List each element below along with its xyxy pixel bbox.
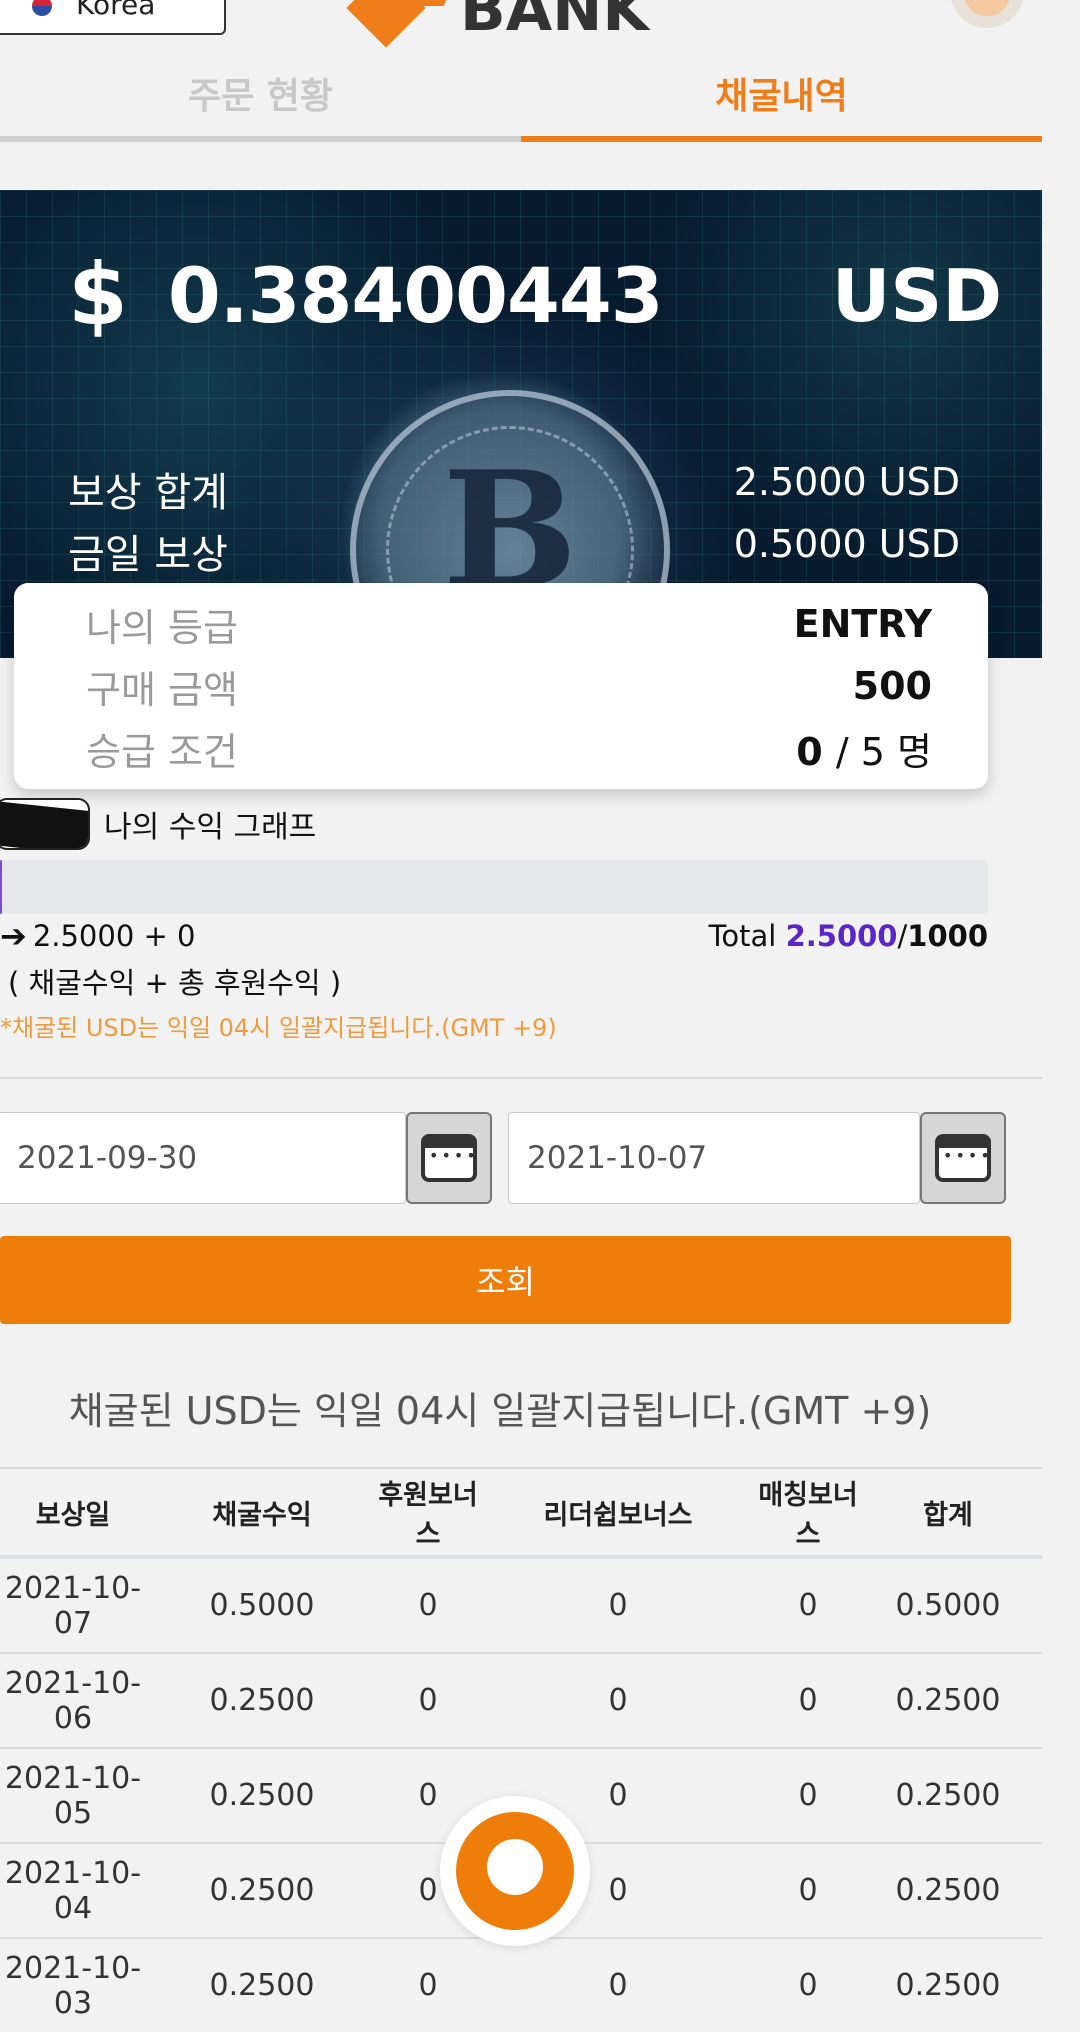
header-mining-income: 채굴수익 xyxy=(212,1499,312,1531)
calendar-icon xyxy=(935,1134,993,1182)
header-reward-date: 보상일 xyxy=(35,1499,111,1531)
graph-header: 나의 수익 그래프 xyxy=(0,798,316,850)
reward-total-row: 보상 합계 2.5000 USD xyxy=(68,460,960,518)
table-header: 보상일 채굴수익 후원보너스 리더쉽보너스 매칭보너스 합계 xyxy=(0,1467,1042,1559)
end-date-input[interactable]: 2021-10-07 xyxy=(508,1112,920,1204)
promotion-required: / 5 명 xyxy=(835,729,932,774)
total-display: Total 2.5000/1000 xyxy=(708,919,988,953)
header-total: 합계 xyxy=(923,1499,973,1531)
graph-title: 나의 수익 그래프 xyxy=(104,810,317,845)
logo-text: BANK xyxy=(460,0,649,45)
balance-currency: USD xyxy=(831,254,1002,338)
language-select[interactable]: Korea xyxy=(0,0,226,35)
payout-notice: 채굴된 USD는 익일 04시 일괄지급됩니다.(GMT +9) xyxy=(68,1389,932,1433)
earnings-summary: ➔ 2.5000 + 0 Total 2.5000/1000 xyxy=(0,914,988,958)
cell-matching-bonus: 0 xyxy=(798,1588,818,1623)
cell-reward-date: 2021-10-06 xyxy=(4,1665,142,1736)
cell-sponsor-bonus: 0 xyxy=(418,1778,438,1813)
cell-sponsor-bonus: 0 xyxy=(418,1588,438,1623)
total-max: 1000 xyxy=(907,919,988,953)
promotion-value: 0 / 5 명 xyxy=(796,721,932,776)
header-matching-bonus: 매칭보너스 xyxy=(758,1480,858,1550)
floating-action-button[interactable] xyxy=(440,1796,590,1946)
cell-mining-income: 0.2500 xyxy=(209,1683,315,1718)
purchase-amount-label: 구매 금액 xyxy=(86,667,238,712)
cell-leadership-bonus: 0 xyxy=(608,1968,628,2003)
cell-matching-bonus: 0 xyxy=(798,1778,818,1813)
start-date-calendar-button[interactable] xyxy=(406,1112,492,1204)
formula: ➔ 2.5000 + 0 xyxy=(0,917,195,955)
cell-total: 0.2500 xyxy=(895,1683,1001,1718)
cell-total: 0.2500 xyxy=(895,1968,1001,2003)
chat-icon xyxy=(487,1839,543,1895)
cell-mining-income: 0.2500 xyxy=(209,1873,315,1908)
cell-mining-income: 0.2500 xyxy=(209,1968,315,2003)
purchase-amount-row: 구매 금액 500 xyxy=(86,655,932,717)
purchase-amount-value: 500 xyxy=(852,664,932,708)
table-row: 2021-10-07 0.5000 0 0 0 0.5000 xyxy=(0,1559,1042,1654)
grade-card: 나의 등급 ENTRY 구매 금액 500 승급 조건 0 / 5 명 xyxy=(14,583,988,789)
language-label: Korea xyxy=(76,0,156,21)
cell-total: 0.2500 xyxy=(895,1873,1001,1908)
promotion-label: 승급 조건 xyxy=(86,729,238,774)
reward-total-label: 보상 합계 xyxy=(68,470,228,516)
grade-label: 나의 등급 xyxy=(86,605,238,650)
cell-reward-date: 2021-10-03 xyxy=(4,1950,142,2021)
logo-mark-icon xyxy=(350,0,460,50)
reward-today-value: 0.5000 USD xyxy=(733,522,960,566)
cell-sponsor-bonus: 0 xyxy=(418,1968,438,2003)
promotion-current: 0 xyxy=(796,729,823,774)
logo[interactable]: BANK xyxy=(350,0,649,50)
table-row: 2021-10-06 0.2500 0 0 0 0.2500 xyxy=(0,1654,1042,1749)
page: Korea BANK 주문 현황 채굴내역 B $ 0.38400443 USD… xyxy=(0,0,1080,2032)
tab-bar: 주문 현황 채굴내역 xyxy=(0,60,1042,142)
cell-matching-bonus: 0 xyxy=(798,1683,818,1718)
cell-reward-date: 2021-10-05 xyxy=(4,1760,142,1831)
tab-mining-history[interactable]: 채굴내역 xyxy=(521,60,1042,142)
earnings-progress-bar xyxy=(0,860,988,914)
fab-circle xyxy=(456,1812,574,1930)
reward-today-label: 금일 보상 xyxy=(68,532,228,578)
top-header: Korea BANK xyxy=(0,0,1080,60)
tab-order-status[interactable]: 주문 현황 xyxy=(0,60,521,142)
formula-description: ( 채굴수익 + 총 후원수익 ) xyxy=(8,966,342,1000)
arrow-right-icon: ➔ xyxy=(0,917,27,955)
header-sponsor-bonus: 후원보너스 xyxy=(378,1480,478,1550)
cell-total: 0.2500 xyxy=(895,1778,1001,1813)
balance-display: $ 0.38400443 xyxy=(68,245,664,345)
avatar[interactable] xyxy=(950,0,1024,28)
total-value: 2.5000 xyxy=(785,919,898,953)
divider xyxy=(0,1077,1042,1079)
formula-value: 2.5000 + 0 xyxy=(32,919,196,953)
cell-leadership-bonus: 0 xyxy=(608,1588,628,1623)
cell-matching-bonus: 0 xyxy=(798,1873,818,1908)
cell-mining-income: 0.5000 xyxy=(209,1588,315,1623)
payout-note: *채굴된 USD는 익일 04시 일괄지급됩니다.(GMT +9) xyxy=(0,1014,557,1042)
korea-flag-icon xyxy=(22,0,62,19)
start-date-input[interactable]: 2021-09-30 xyxy=(0,1112,406,1204)
cell-reward-date: 2021-10-04 xyxy=(4,1855,142,1926)
grade-row: 나의 등급 ENTRY xyxy=(86,593,932,655)
reward-today-row: 금일 보상 0.5000 USD xyxy=(68,522,960,580)
balance-value: 0.38400443 xyxy=(167,250,664,340)
total-label: Total xyxy=(708,919,777,953)
table-row: 2021-10-03 0.2500 0 0 0 0.2500 xyxy=(0,1939,1042,2032)
promotion-row: 승급 조건 0 / 5 명 xyxy=(86,717,932,779)
calendar-icon xyxy=(421,1134,479,1182)
cell-total: 0.5000 xyxy=(895,1588,1001,1623)
reward-total-value: 2.5000 USD xyxy=(733,460,960,504)
rewards-table: 보상일 채굴수익 후원보너스 리더쉽보너스 매칭보너스 합계 2021-10-0… xyxy=(0,1467,1042,2032)
cell-reward-date: 2021-10-07 xyxy=(4,1570,142,1641)
header-leadership-bonus: 리더쉽보너스 xyxy=(543,1499,693,1531)
dollar-icon: $ xyxy=(68,245,128,345)
earnings-progress-fill xyxy=(0,860,3,914)
search-button[interactable]: 조회 xyxy=(0,1236,1011,1324)
grade-value: ENTRY xyxy=(793,602,932,646)
cell-mining-income: 0.2500 xyxy=(209,1778,315,1813)
cell-sponsor-bonus: 0 xyxy=(418,1683,438,1718)
cell-leadership-bonus: 0 xyxy=(608,1683,628,1718)
cell-matching-bonus: 0 xyxy=(798,1968,818,2003)
end-date-calendar-button[interactable] xyxy=(920,1112,1006,1204)
graph-toggle[interactable] xyxy=(0,798,90,850)
